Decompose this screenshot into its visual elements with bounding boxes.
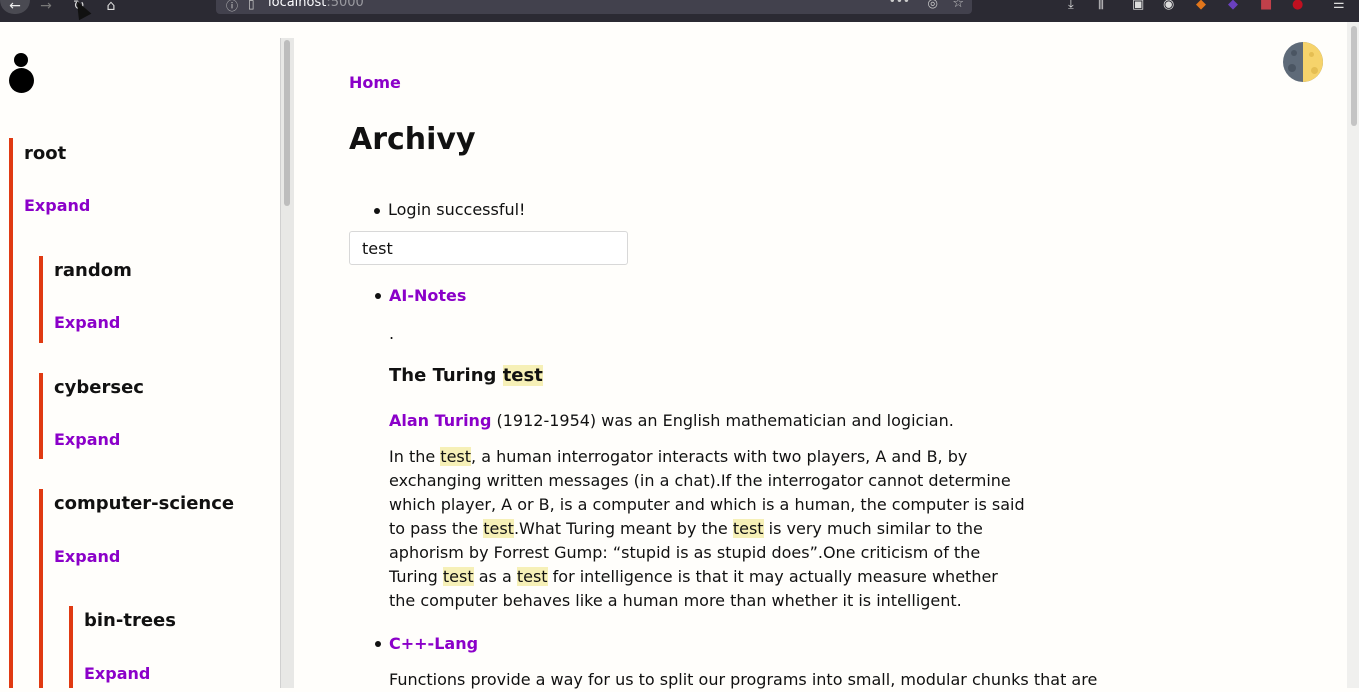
metamask-icon[interactable]: ◆ [1196, 0, 1206, 12]
result-link-cpp-lang[interactable]: C++-Lang [389, 634, 478, 653]
moon-crater [1311, 67, 1318, 74]
tree-node-title[interactable]: cybersec [54, 377, 144, 398]
expand-button[interactable]: Expand [54, 430, 120, 449]
tree-node-cybersec [39, 373, 43, 459]
tree-node-title[interactable]: bin-trees [84, 610, 176, 631]
tree-node-root [9, 138, 13, 688]
bookmark-star-icon[interactable]: ☆ [952, 0, 964, 11]
tree-node-title[interactable]: root [24, 143, 66, 164]
flash-message: Login successful! [349, 200, 525, 219]
para-text: .What Turing meant by the [513, 519, 733, 538]
search-input[interactable] [349, 231, 628, 265]
expand-button[interactable]: Expand [84, 664, 150, 683]
menu-icon[interactable]: ☰ [1333, 0, 1345, 12]
forward-arrow-icon[interactable]: → [36, 0, 56, 14]
subheading-text: The Turing [389, 365, 503, 386]
breadcrumb-home[interactable]: Home [349, 73, 401, 92]
logo-icon-body [9, 68, 34, 93]
flash-messages: Login successful! [349, 200, 525, 219]
author-link[interactable]: Alan Turing [389, 411, 491, 430]
moon-light-half [1303, 42, 1323, 82]
expand-button[interactable]: Expand [54, 313, 120, 332]
result-subheading: The Turing test [389, 365, 543, 386]
search-highlight: test [440, 447, 472, 466]
account-icon[interactable]: ◉ [1163, 0, 1174, 12]
url-port: :5000 [326, 0, 364, 10]
moon-crater [1291, 50, 1297, 56]
search-highlight: test [483, 519, 514, 538]
back-arrow-icon[interactable]: ← [0, 0, 30, 14]
main-content: Home Archivy Login successful! AI-Notes … [294, 22, 1346, 689]
list-bullet [375, 293, 381, 299]
moon-crater [1288, 64, 1296, 72]
author-description: (1912-1954) was an English mathematician… [491, 411, 954, 430]
expand-button[interactable]: Expand [54, 547, 120, 566]
tree-node-bin-trees [69, 606, 73, 688]
extension-icon[interactable]: ◆ [1228, 0, 1238, 12]
tree-node-title[interactable]: random [54, 260, 132, 281]
page-scrollbar-thumb[interactable] [1351, 26, 1357, 126]
tree-node-title[interactable]: computer-science [54, 493, 234, 514]
para-text: as a [473, 567, 517, 586]
sidebar: root Expand random Expand cybersec Expan… [0, 38, 280, 688]
list-bullet [375, 641, 381, 647]
result-snippet: Functions provide a way for us to split … [389, 670, 1098, 689]
sidebar-toggle-icon[interactable]: ▣ [1132, 0, 1144, 12]
home-icon[interactable]: ⌂ [102, 0, 120, 14]
pocket-icon[interactable]: ◎ [928, 0, 938, 10]
url-bar[interactable]: ⓘ ▯ localhost:5000 ••• ◎ ☆ [216, 0, 972, 14]
downloads-icon[interactable]: ⤓ [1068, 0, 1074, 12]
result-paragraph: In the test, a human interrogator intera… [389, 445, 1029, 613]
browser-toolbar: ← → ↻ ⌂ ⓘ ▯ localhost:5000 ••• ◎ ☆ ⤓ ⫼ ▣… [0, 0, 1359, 22]
page-title: Archivy [349, 122, 476, 157]
page-actions-icon[interactable]: ••• [889, 0, 910, 8]
logo-icon [14, 53, 28, 67]
moon-crater [1309, 52, 1314, 57]
library-icon[interactable]: ⫼ [1098, 0, 1104, 12]
page-icon: ▯ [248, 0, 255, 11]
tree-node-random [39, 256, 43, 343]
result-dot: . [389, 324, 395, 343]
result-author-line: Alan Turing (1912-1954) was an English m… [389, 409, 1029, 433]
search-highlight: test [516, 567, 548, 586]
expand-button[interactable]: Expand [24, 196, 90, 215]
theme-toggle-moon-icon[interactable] [1283, 42, 1323, 82]
search-highlight: test [732, 519, 764, 538]
site-info-icon[interactable]: ⓘ [226, 0, 238, 14]
para-text: In the [389, 447, 441, 466]
search-highlight: test [442, 567, 474, 586]
url-text[interactable]: localhost:5000 [268, 0, 364, 10]
result-link-ai-notes[interactable]: AI-Notes [389, 286, 466, 305]
tree-node-computer-science [39, 489, 43, 688]
ublock-icon[interactable]: ● [1292, 0, 1303, 12]
search-highlight: test [502, 365, 543, 386]
sidebar-scrollbar-thumb[interactable] [284, 40, 290, 206]
url-host: localhost [268, 0, 327, 10]
extension-icon-2[interactable]: ■ [1260, 0, 1272, 12]
